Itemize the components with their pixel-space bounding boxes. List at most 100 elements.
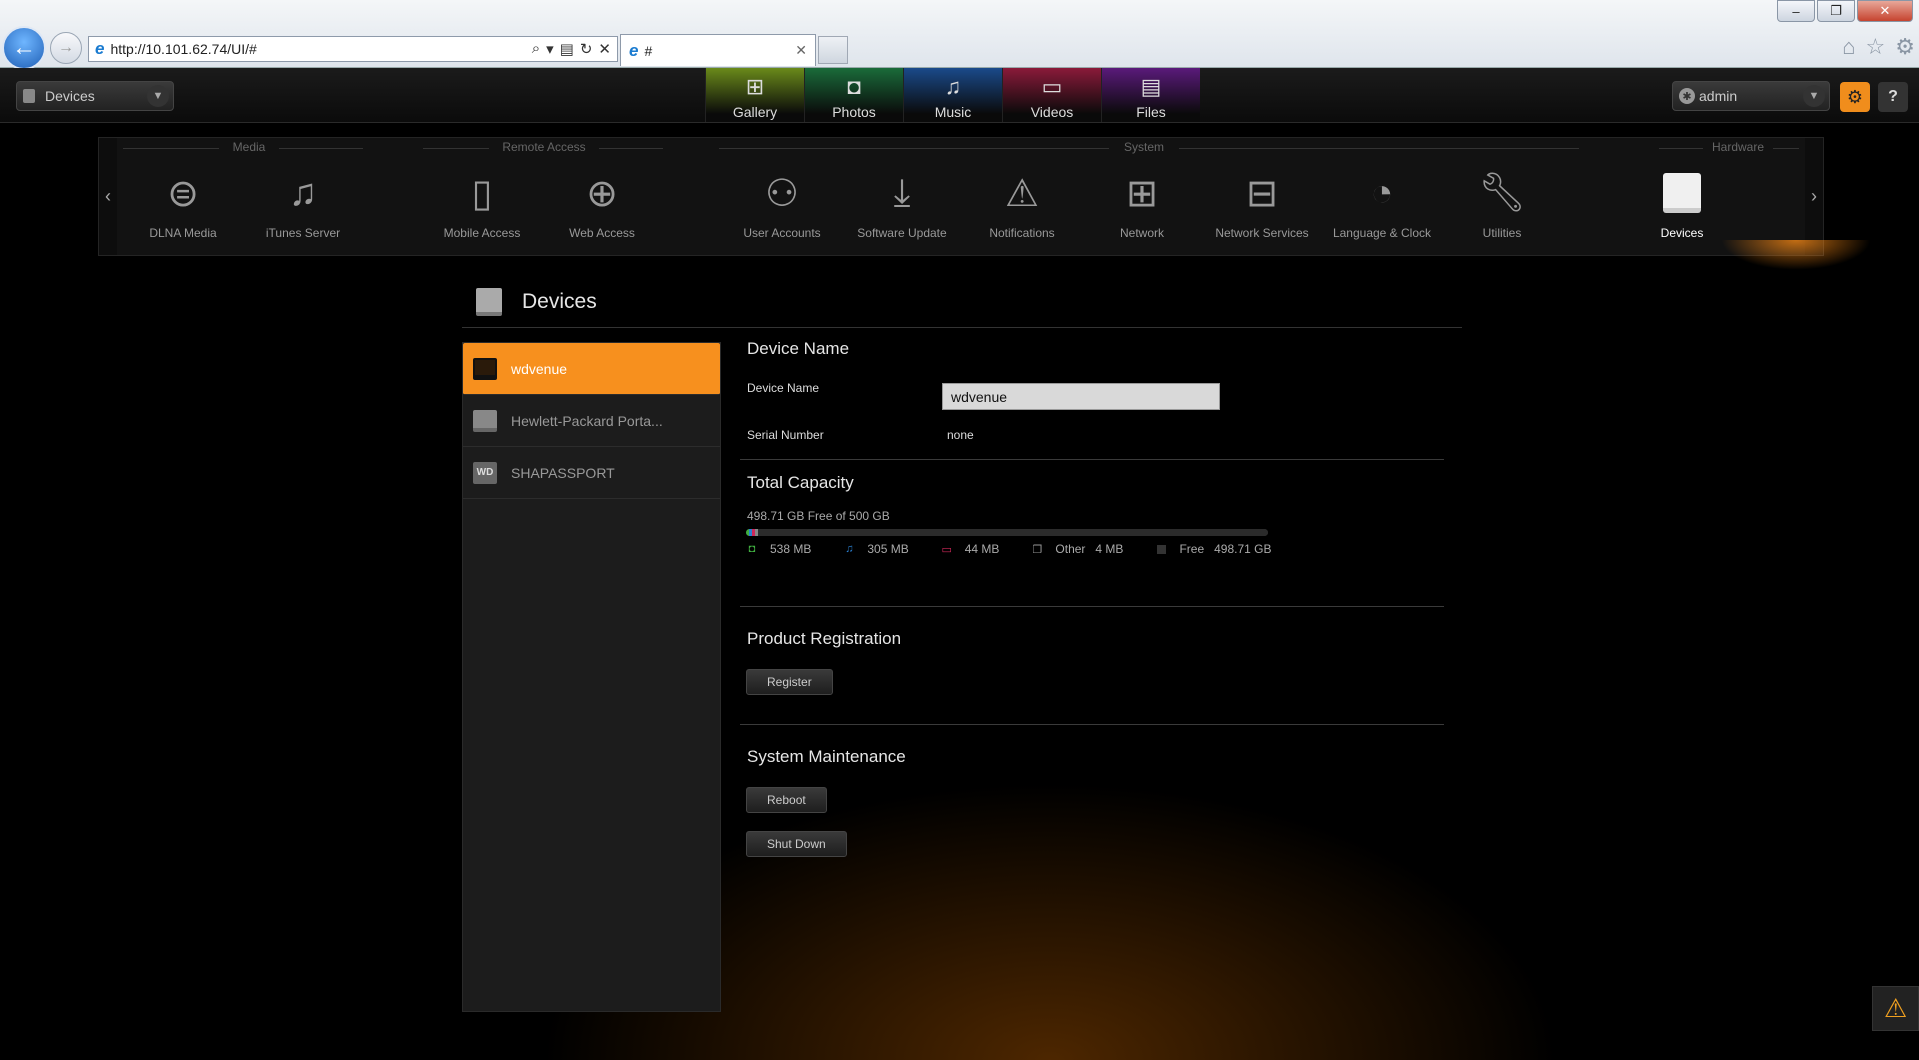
legend-value: Other 4 MB bbox=[1055, 542, 1124, 556]
alerts-button[interactable]: ⚠ bbox=[1872, 986, 1919, 1031]
group-label-hardware: Hardware bbox=[1703, 140, 1773, 154]
legend-value: 305 MB bbox=[867, 542, 909, 556]
refresh-icon[interactable]: ↻ bbox=[580, 40, 593, 58]
video-icon: ▭ bbox=[941, 543, 952, 556]
tools-gear-icon[interactable]: ⚙ bbox=[1895, 34, 1915, 60]
shutdown-button[interactable]: Shut Down bbox=[746, 831, 847, 857]
settings-gear-button[interactable]: ⚙ bbox=[1840, 82, 1870, 112]
main-nav-music[interactable]: ♫ Music bbox=[903, 68, 1002, 122]
settings-item-network-services[interactable]: ⊟ Network Services bbox=[1202, 168, 1322, 241]
user-name: admin bbox=[1699, 88, 1738, 104]
device-name-label: Device Name bbox=[747, 381, 820, 395]
home-icon[interactable]: ⌂ bbox=[1842, 34, 1855, 60]
settings-item-user-accounts[interactable]: ⚇ User Accounts bbox=[722, 168, 842, 241]
browser-toolbar-right: ⌂ ☆ ⚙ bbox=[1842, 34, 1915, 60]
legend-value: 538 MB bbox=[770, 542, 812, 556]
wd-drive-icon: WD bbox=[473, 461, 497, 484]
capacity-bar bbox=[746, 529, 1268, 536]
settings-item-label: Network bbox=[1119, 226, 1164, 240]
user-select[interactable]: ✱ admin ▼ bbox=[1672, 81, 1830, 111]
video-icon: ▭ bbox=[1041, 74, 1063, 99]
settings-item-software-update[interactable]: ⤓ Software Update bbox=[842, 168, 962, 241]
device-select[interactable]: Devices ▼ bbox=[16, 81, 174, 111]
settings-item-label: Software Update bbox=[857, 226, 947, 240]
network-services-icon: ⊟ bbox=[1246, 172, 1278, 215]
settings-item-label: Notifications bbox=[989, 226, 1055, 240]
compat-view-icon[interactable]: ▤ bbox=[560, 40, 574, 58]
scroll-right-arrow[interactable]: › bbox=[1805, 138, 1823, 255]
main-nav-files[interactable]: ▤ Files bbox=[1101, 68, 1200, 122]
main-nav-videos[interactable]: ▭ Videos bbox=[1002, 68, 1101, 122]
page-title: Devices bbox=[522, 289, 597, 313]
device-item-wdvenue[interactable]: wdvenue bbox=[463, 343, 720, 395]
back-button[interactable]: ← bbox=[2, 26, 46, 70]
device-select-label: Devices bbox=[45, 88, 95, 104]
settings-item-devices[interactable]: Devices bbox=[1622, 168, 1742, 240]
legend-other: ❐ Other 4 MB bbox=[1031, 542, 1123, 556]
settings-item-label: Web Access bbox=[569, 226, 635, 240]
tab-close-icon[interactable]: ✕ bbox=[795, 42, 807, 59]
stop-icon[interactable]: ✕ bbox=[598, 40, 611, 58]
register-button[interactable]: Register bbox=[746, 669, 833, 695]
settings-item-network[interactable]: ⊞ Network bbox=[1082, 168, 1202, 241]
files-icon: ❐ bbox=[1032, 543, 1043, 556]
forward-button[interactable]: → bbox=[50, 32, 82, 64]
section-divider bbox=[740, 724, 1444, 725]
new-tab-button[interactable] bbox=[818, 36, 848, 64]
settings-item-label: Utilities bbox=[1482, 226, 1522, 240]
group-label-remote-access: Remote Access bbox=[489, 140, 599, 154]
device-item-hp-portable[interactable]: Hewlett-Packard Porta... bbox=[463, 395, 720, 447]
main-nav-label: Gallery bbox=[732, 104, 778, 120]
settings-item-itunes-server[interactable]: ♫ iTunes Server bbox=[243, 168, 363, 241]
drive-icon bbox=[473, 357, 497, 380]
capacity-legend: ◘ 538 MB ♫ 305 MB ▭ 44 MB ❐ Other 4 MB Free … bbox=[746, 542, 1304, 556]
settings-item-utilities[interactable]: 🔧︎ Utilities bbox=[1442, 168, 1562, 240]
main-nav-gallery[interactable]: ⊞ Gallery bbox=[705, 68, 804, 122]
settings-item-notifications[interactable]: ⚠ Notifications bbox=[962, 168, 1082, 241]
settings-item-label: iTunes Server bbox=[265, 226, 341, 240]
search-icon[interactable]: ⌕ bbox=[532, 40, 540, 58]
chevron-down-icon: ▼ bbox=[1803, 85, 1825, 107]
restore-button[interactable]: ❐ bbox=[1817, 0, 1855, 22]
dropdown-icon[interactable]: ▾ bbox=[546, 40, 554, 58]
warning-icon: ⚠ bbox=[1883, 993, 1908, 1023]
chevron-down-icon: ▼ bbox=[147, 85, 169, 107]
browser-tab[interactable]: e # ✕ bbox=[620, 34, 816, 66]
help-button[interactable]: ? bbox=[1878, 82, 1908, 112]
scroll-left-arrow[interactable]: ‹ bbox=[99, 138, 117, 255]
device-item-shapassport[interactable]: WD SHAPASSPORT bbox=[463, 447, 720, 499]
legend-videos: ▭ 44 MB bbox=[941, 542, 1000, 556]
wrench-icon: 🔧︎ bbox=[1477, 172, 1527, 214]
reboot-button[interactable]: Reboot bbox=[746, 787, 827, 813]
music-icon: ♫ bbox=[944, 74, 962, 99]
gallery-icon: ⊞ bbox=[745, 74, 765, 99]
browser-chrome: – ❐ ✕ ← → e http://10.101.62.74/UI/# ⌕ ▾… bbox=[0, 0, 1919, 70]
address-bar[interactable]: e http://10.101.62.74/UI/# ⌕ ▾ ▤ ↻ ✕ bbox=[88, 36, 618, 62]
settings-item-language-clock[interactable]: ◔ Language & Clock bbox=[1322, 168, 1442, 241]
settings-item-web-access[interactable]: ⊕ Web Access bbox=[542, 168, 662, 241]
close-window-button[interactable]: ✕ bbox=[1857, 0, 1913, 22]
main-nav-photos[interactable]: ◘ Photos bbox=[804, 68, 903, 122]
device-name-input[interactable] bbox=[942, 383, 1220, 410]
capacity-summary: 498.71 GB Free of 500 GB bbox=[747, 509, 890, 523]
drive-icon bbox=[476, 287, 502, 316]
main-nav: ⊞ Gallery ◘ Photos ♫ Music ▭ Videos ▤ Files bbox=[705, 68, 1200, 122]
minimize-button[interactable]: – bbox=[1777, 0, 1815, 22]
settings-item-mobile-access[interactable]: ▯ Mobile Access bbox=[422, 168, 542, 241]
device-label: Hewlett-Packard Porta... bbox=[511, 412, 663, 429]
globe-icon: ⊕ bbox=[586, 172, 618, 215]
address-text[interactable]: http://10.101.62.74/UI/# bbox=[110, 41, 256, 57]
itunes-icon: ♫ bbox=[288, 171, 318, 214]
settings-item-dlna-media[interactable]: ⊜ DLNA Media bbox=[123, 168, 243, 241]
main-nav-label: Files bbox=[1136, 104, 1166, 120]
settings-item-label: DLNA Media bbox=[149, 226, 217, 240]
main-nav-label: Photos bbox=[832, 104, 876, 120]
chevron-left-icon: ‹ bbox=[105, 186, 111, 206]
main-nav-label: Music bbox=[934, 104, 972, 120]
mobile-icon: ▯ bbox=[471, 172, 493, 215]
arrow-left-icon: ← bbox=[12, 34, 36, 61]
active-indicator-glow bbox=[1721, 240, 1871, 270]
window-controls: – ❐ ✕ bbox=[1777, 0, 1913, 22]
legend-music: ♫ 305 MB bbox=[843, 542, 908, 556]
favorites-star-icon[interactable]: ☆ bbox=[1866, 34, 1886, 60]
